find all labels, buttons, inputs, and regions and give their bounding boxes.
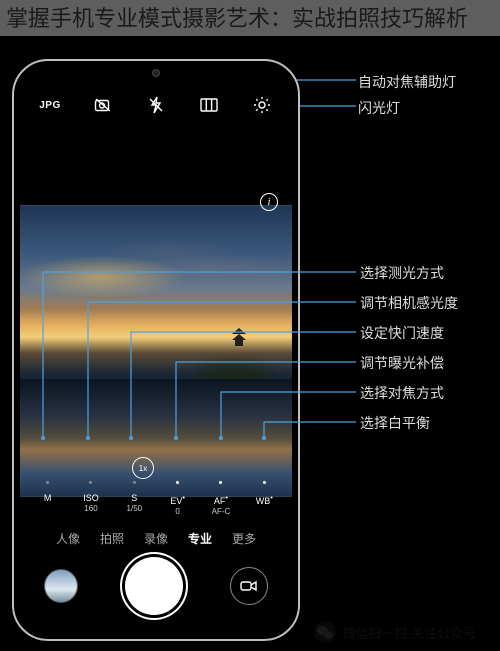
- settings-button[interactable]: [246, 95, 278, 115]
- af-assist-lamp-button[interactable]: [87, 95, 119, 115]
- mode-portrait[interactable]: 人像: [56, 530, 80, 547]
- camera-screen: JPG: [20, 67, 292, 633]
- callout-flash: 闪光灯: [358, 98, 400, 118]
- page-title: 掌握手机专业模式摄影艺术：实战拍照技巧解析: [0, 0, 500, 36]
- pro-label: AF•: [214, 493, 228, 506]
- pro-shutter[interactable]: S 1/50: [113, 493, 155, 516]
- callout-shutter: 设定快门速度: [360, 323, 444, 343]
- pro-value: 160: [84, 504, 97, 513]
- shutter-button[interactable]: [125, 557, 183, 615]
- callout-af: 选择对焦方式: [360, 383, 444, 403]
- camcorder-icon: [240, 580, 258, 592]
- pro-wb[interactable]: WB•: [243, 493, 285, 516]
- front-camera-dot: [152, 69, 160, 77]
- pro-parameter-row: M ISO 160 S 1/50 EV•: [20, 493, 292, 516]
- video-toggle-button[interactable]: [230, 567, 268, 605]
- pro-label: S: [131, 493, 137, 503]
- pro-value: 0: [175, 507, 179, 516]
- phone-frame: JPG: [12, 59, 300, 641]
- viewfinder-border: [20, 205, 292, 497]
- shutter-row: [20, 557, 292, 615]
- viewfinder[interactable]: i 1x M ISO 160 S: [20, 125, 292, 497]
- mode-row: 人像 拍照 录像 专业 更多: [20, 530, 292, 547]
- callout-ev: 调节曝光补偿: [360, 353, 444, 373]
- pro-value: AF-C: [212, 507, 231, 516]
- aspect-ratio-button[interactable]: [193, 95, 225, 115]
- top-toolbar: JPG: [20, 95, 292, 115]
- mode-video[interactable]: 录像: [144, 530, 168, 547]
- mode-photo[interactable]: 拍照: [100, 530, 124, 547]
- af-lamp-icon: [94, 97, 112, 113]
- gear-icon: [253, 96, 271, 114]
- format-jpg-button[interactable]: JPG: [34, 95, 66, 115]
- mode-more[interactable]: 更多: [232, 530, 256, 547]
- wechat-icon: [314, 621, 336, 643]
- wechat-text: 微信扫一扫 关注公众号: [342, 623, 476, 642]
- aspect-icon: [200, 98, 218, 112]
- zoom-1x-button[interactable]: 1x: [132, 457, 154, 479]
- flash-button[interactable]: [140, 95, 172, 115]
- callout-iso: 调节相机感光度: [360, 293, 458, 313]
- pro-iso[interactable]: ISO 160: [70, 493, 112, 516]
- wb-dot: [263, 481, 266, 484]
- pro-value: 1/50: [127, 504, 143, 513]
- shutter-dot: [133, 481, 136, 484]
- info-button[interactable]: i: [260, 193, 278, 211]
- callout-af-assist: 自动对焦辅助灯: [358, 72, 456, 92]
- gallery-thumbnail[interactable]: [44, 569, 78, 603]
- pro-af[interactable]: AF• AF-C: [200, 493, 242, 516]
- pro-label: ISO: [83, 493, 99, 503]
- pro-metering[interactable]: M: [27, 493, 69, 516]
- wechat-watermark: 微信扫一扫 关注公众号: [314, 621, 476, 643]
- callout-wb: 选择白平衡: [360, 413, 430, 433]
- callout-metering: 选择测光方式: [360, 263, 444, 283]
- flash-off-icon: [149, 96, 163, 114]
- pro-label: WB•: [256, 493, 273, 506]
- pro-label: M: [44, 493, 52, 503]
- pro-label: EV•: [170, 493, 185, 506]
- pro-ev[interactable]: EV• 0: [157, 493, 199, 516]
- mode-pro[interactable]: 专业: [188, 530, 212, 547]
